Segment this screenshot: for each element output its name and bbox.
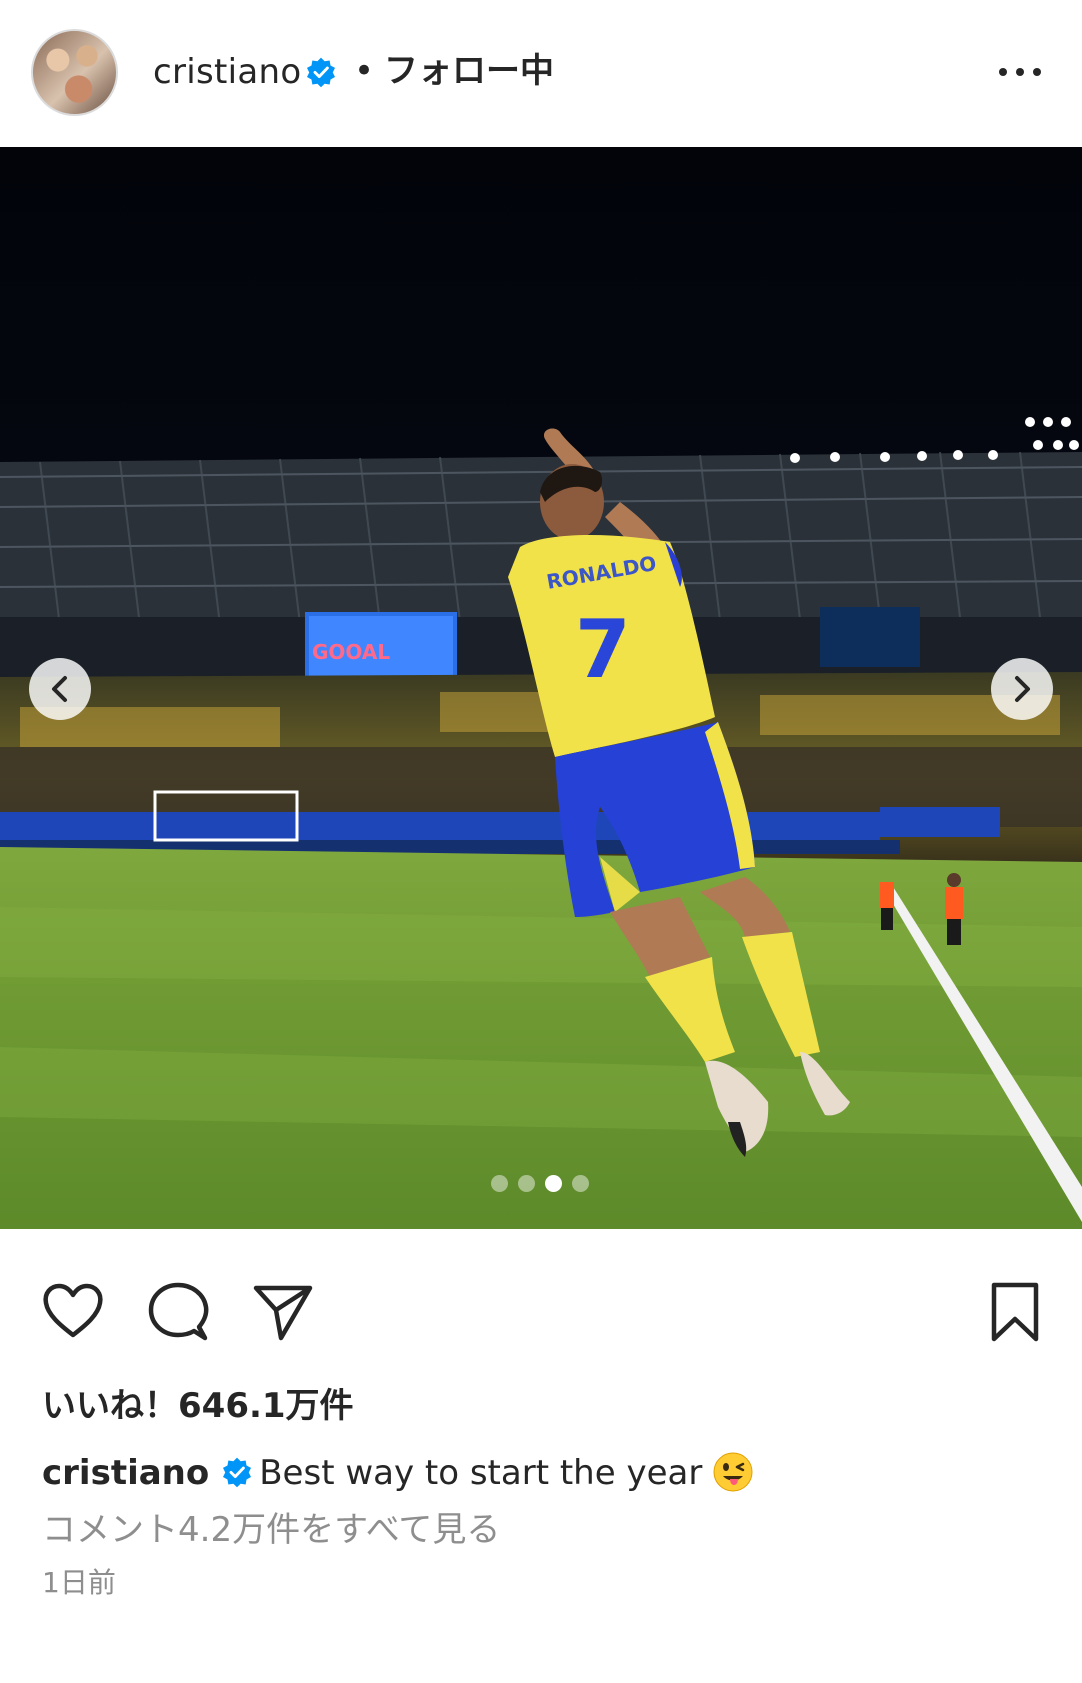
post-caption: cristiano Best way to start the year	[42, 1451, 754, 1495]
comment-icon[interactable]	[145, 1279, 211, 1345]
paper-plane-icon[interactable]	[250, 1279, 316, 1345]
jersey-number-text: 7	[575, 603, 631, 696]
post-timestamp: 1日前	[42, 1566, 116, 1599]
carousel-dot	[572, 1174, 589, 1192]
caption-text: Best way to start the year	[259, 1453, 703, 1493]
stadium-photo: GOOAL RONALDO 7	[0, 147, 1082, 1229]
carousel-next-button[interactable]	[991, 658, 1053, 720]
profile-avatar[interactable]	[31, 29, 118, 116]
chevron-left-icon	[52, 676, 67, 702]
more-options-icon[interactable]	[995, 52, 1045, 92]
post-image[interactable]: GOOAL RONALDO 7	[0, 147, 1082, 1229]
carousel-dot	[518, 1174, 535, 1192]
heart-icon[interactable]	[40, 1279, 106, 1345]
caption-username[interactable]: cristiano	[42, 1453, 209, 1493]
verified-badge-icon	[307, 57, 335, 88]
scoreboard-text: GOOAL	[312, 640, 390, 664]
chevron-right-icon	[1015, 676, 1030, 702]
action-bar	[0, 1229, 1082, 1389]
bookmark-icon[interactable]	[982, 1279, 1048, 1345]
header-username[interactable]: cristiano	[153, 50, 302, 94]
winking-tongue-emoji-icon	[713, 1452, 753, 1492]
post-header: cristiano • フォロー中	[0, 0, 1082, 147]
carousel-prev-button[interactable]	[29, 658, 91, 720]
carousel-indicator	[491, 1174, 589, 1192]
carousel-dot	[545, 1174, 562, 1192]
verified-badge-icon	[223, 1457, 252, 1488]
header-separator: •	[354, 51, 375, 91]
carousel-dot	[491, 1174, 508, 1192]
likes-count[interactable]: いいね！646.1万件	[42, 1384, 354, 1428]
view-all-comments-link[interactable]: コメント4.2万件をすべて見る	[42, 1508, 500, 1552]
following-button[interactable]: フォロー中	[384, 49, 554, 93]
